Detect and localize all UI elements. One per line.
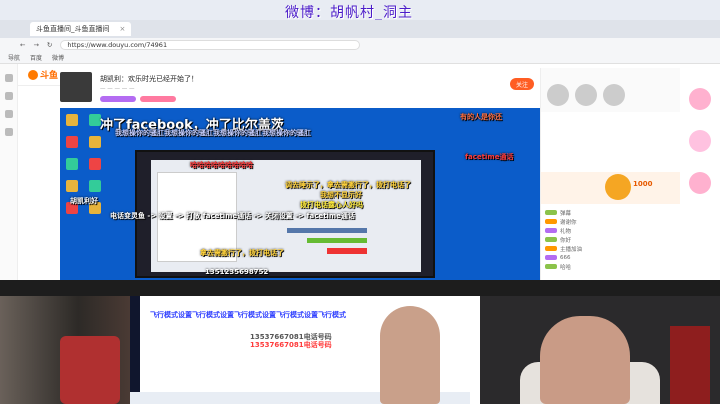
level-badge <box>545 255 557 260</box>
avatar[interactable] <box>60 72 92 102</box>
lower-band <box>0 280 720 296</box>
phone-green-bar <box>307 238 367 243</box>
rank-avatar[interactable] <box>547 84 569 106</box>
desktop-icon <box>66 136 78 148</box>
webcam-left <box>0 296 130 404</box>
bookmarks-bar: 导航 百度 微博 <box>0 52 720 64</box>
chat-text: 谢谢你 <box>560 219 577 226</box>
danmaku-message: 有的人是你还 <box>460 113 502 121</box>
forward-icon[interactable]: → <box>33 41 38 49</box>
chat-line: 哈哈 <box>541 262 680 271</box>
rail-category-icon[interactable] <box>4 128 13 136</box>
chat-text: 哈哈 <box>560 264 572 271</box>
browser-tab[interactable]: 斗鱼直播间_斗鱼直播间 × <box>30 22 132 36</box>
chat-text: 666 <box>560 254 571 261</box>
browser-tab-label: 斗鱼直播间_斗鱼直播间 <box>36 25 110 33</box>
left-rail <box>0 64 18 300</box>
gift-banner[interactable]: 1000 <box>541 172 680 204</box>
chat-text: 你好 <box>560 237 572 244</box>
activity-icon[interactable] <box>689 130 711 152</box>
desktop-icon <box>89 158 102 170</box>
level-badge <box>545 246 557 251</box>
desktop-icon <box>66 114 78 126</box>
desktop-icon <box>89 136 102 148</box>
right-panel: 1000 弹幕 谢谢你 礼物 你好 主播加油 666 哈哈 <box>540 68 680 280</box>
coin-icon <box>605 174 631 200</box>
chat-line: 666 <box>541 253 680 262</box>
room-meta: — — — — — <box>100 86 135 92</box>
address-bar-row: ← → ↻ https://www.douyu.com/74961 <box>0 38 720 52</box>
danmaku-message: 我想操你的骚肛我想操你的骚肛我想操你的骚肛我想操你的骚肛 <box>115 129 311 137</box>
level-badge <box>545 219 557 224</box>
chat-line: 礼物 <box>541 226 680 235</box>
gift-amount: 1000 <box>633 180 653 188</box>
level-badge <box>545 264 557 269</box>
phone-red-strip <box>327 248 367 254</box>
video-stream[interactable]: 冲了facebook，冲了比尔盖茨 我想操你的骚肛我想操你的骚肛我想操你的骚肛我… <box>60 108 540 280</box>
badge <box>100 96 136 102</box>
room-header: 胡凯利：欢乐时光已经开始了！ — — — — — 关注 <box>60 68 540 108</box>
screen-root: 微博：胡帆村_洞主 斗鱼直播间_斗鱼直播间 × ← → ↻ https://ww… <box>0 0 720 404</box>
activity-icon[interactable] <box>689 172 711 194</box>
level-badge <box>545 210 557 215</box>
webcam-right <box>480 296 720 404</box>
chat-text: 主播加油 <box>560 246 583 253</box>
level-badge <box>545 228 557 233</box>
rank-avatar[interactable] <box>603 84 625 106</box>
webcam-middle: 飞行模式设置飞行模式设置飞行模式设置飞行模式设置飞行模式 13537667081… <box>130 296 480 404</box>
cam-person <box>540 316 630 404</box>
danmaku-message: 飞行模式设置飞行模式设置飞行模式设置飞行模式设置飞行模式 <box>150 311 346 319</box>
rail-home-icon[interactable] <box>4 74 13 82</box>
danmaku-message: 拨打电话露心人好吗 <box>300 201 363 209</box>
chat-list: 弹幕 谢谢你 礼物 你好 主播加油 666 哈哈 <box>541 208 680 280</box>
side-apps <box>680 68 720 280</box>
danmaku-message: 胡凯利好 <box>70 197 98 205</box>
room-badges <box>100 96 176 102</box>
chat-line: 你好 <box>541 235 680 244</box>
room-title: 胡凯利：欢乐时光已经开始了！ <box>100 75 198 83</box>
danmaku-message: facetime通话 <box>465 153 514 161</box>
chat-line: 谢谢你 <box>541 217 680 226</box>
phone-blue-bar <box>287 228 367 233</box>
desktop-icons <box>60 108 104 280</box>
level-badge <box>545 237 557 242</box>
danmaku-message: 电话变灵鱼 -> 设置 -> 打散 facetime通话 -> 关闭设置 -> … <box>110 212 355 220</box>
desktop-icon <box>66 158 78 170</box>
weibo-watermark: 微博：胡帆村_洞主 <box>285 5 413 21</box>
rail-follow-icon[interactable] <box>4 92 13 100</box>
site-logo[interactable]: 斗鱼 <box>28 68 58 81</box>
chat-line: 主播加油 <box>541 244 680 253</box>
cam-chair <box>670 326 710 404</box>
desktop-icon <box>66 180 78 192</box>
logo-text: 斗鱼 <box>40 71 59 81</box>
cam-chair <box>60 336 120 404</box>
cam-person <box>380 306 440 404</box>
tab-bar: 斗鱼直播间_斗鱼直播间 × <box>0 20 720 38</box>
chat-line: 弹幕 <box>541 208 680 217</box>
close-icon[interactable]: × <box>120 25 126 33</box>
logo-icon <box>28 69 38 80</box>
back-icon[interactable]: ← <box>20 41 25 49</box>
desktop-icon <box>89 180 102 192</box>
bookmark-item[interactable]: 导航 <box>8 53 20 62</box>
chat-text: 礼物 <box>560 228 572 235</box>
badge <box>140 96 176 102</box>
danmaku-message: 我想不显示好 <box>320 191 362 199</box>
danmaku-message: 13537667081电话号码 <box>250 333 332 341</box>
danmaku-message: 拿去需搬行了，拨打电话了 <box>200 249 284 257</box>
rank-avatar[interactable] <box>575 84 597 106</box>
danmaku-message: 哈哈哈哈哈哈哈哈哈 <box>190 161 253 169</box>
refresh-icon[interactable]: ↻ <box>47 41 52 49</box>
bookmark-item[interactable]: 百度 <box>30 53 42 62</box>
follow-button[interactable]: 关注 <box>509 78 534 90</box>
danmaku-message: 1351235698752 <box>205 268 269 276</box>
address-input[interactable]: https://www.douyu.com/74961 <box>60 40 361 50</box>
bookmark-item[interactable]: 微博 <box>52 53 64 62</box>
rank-avatars <box>541 68 680 112</box>
danmaku-message: 调去睡示了，拿去需搬行了，拨打电话了 <box>285 181 411 189</box>
activity-icon[interactable] <box>689 88 711 110</box>
rail-history-icon[interactable] <box>4 110 13 118</box>
chat-text: 弹幕 <box>560 210 572 217</box>
